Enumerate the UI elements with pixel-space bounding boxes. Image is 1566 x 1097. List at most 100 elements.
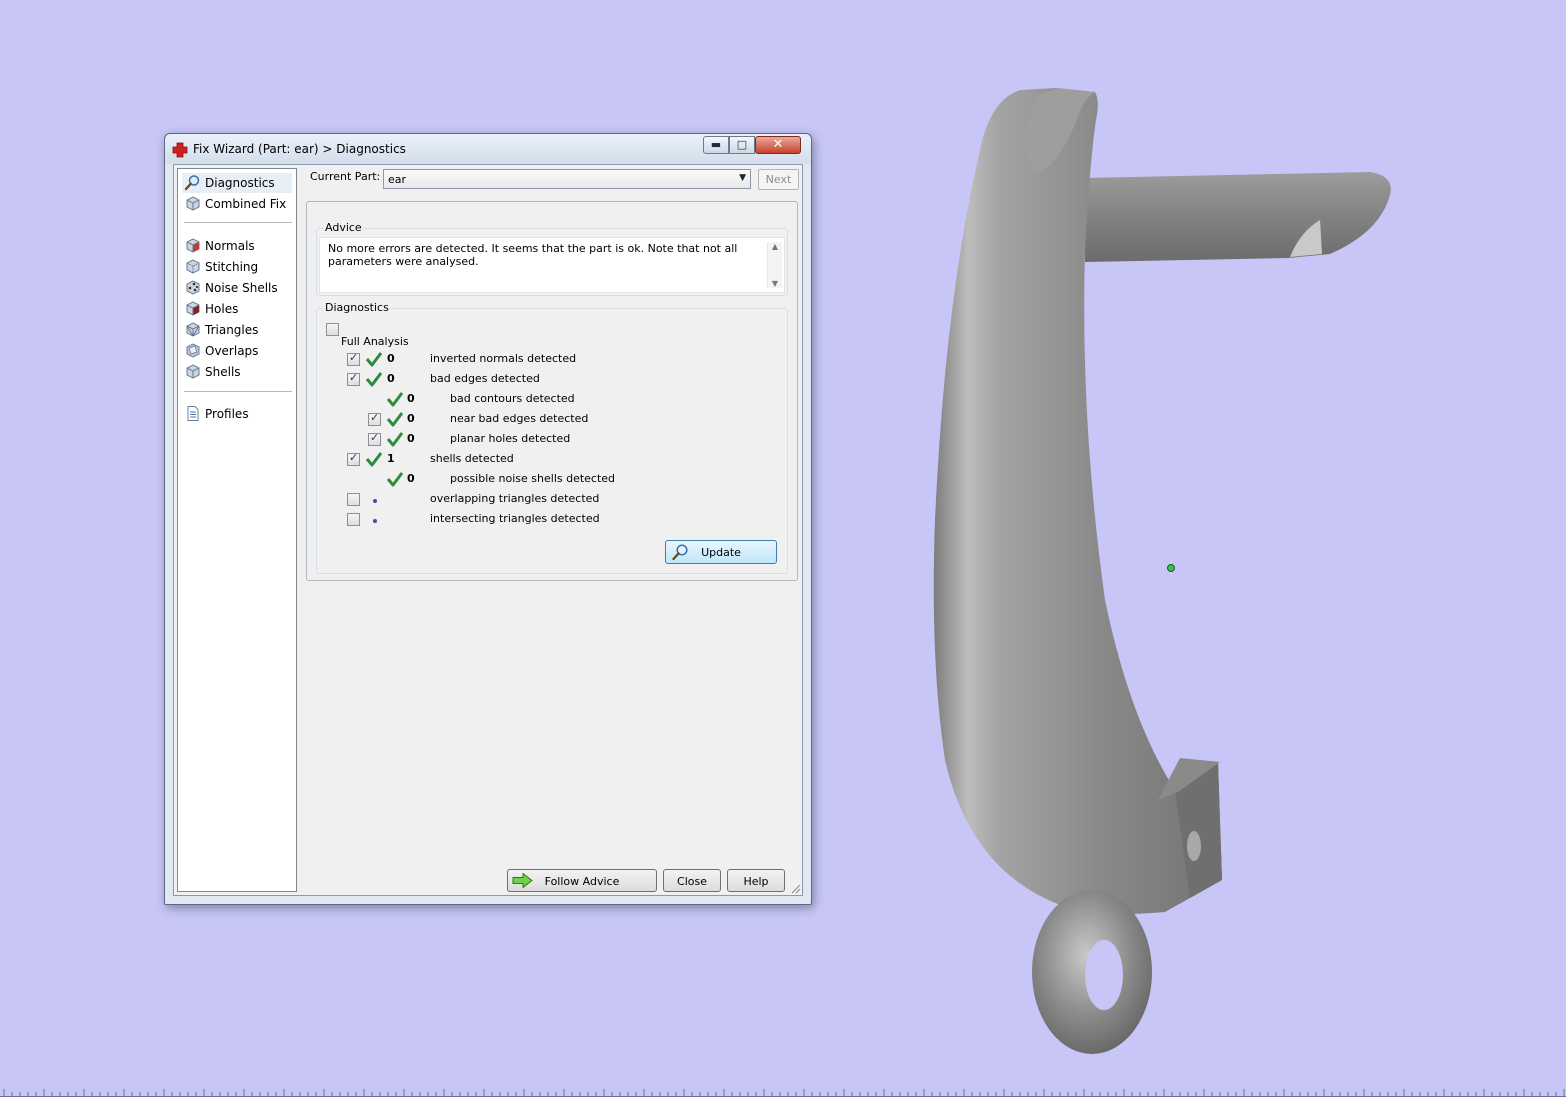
scroll-up-icon[interactable]: ▲ [768, 242, 782, 251]
green-check-icon [386, 392, 404, 407]
triangles-cube-icon [186, 322, 200, 337]
ear-part-model [933, 88, 1391, 1054]
document-icon [187, 406, 199, 421]
update-button[interactable]: Update [665, 540, 777, 564]
checkmark-icon: ✓ [349, 451, 359, 464]
title-bar[interactable]: Fix Wizard (Part: ear) > Diagnostics ▬ □… [165, 134, 811, 164]
diag-checkbox-shells[interactable]: ✓ [347, 451, 360, 466]
maximize-button[interactable]: □ [729, 136, 755, 154]
dialog-title: Fix Wizard (Part: ear) > Diagnostics [193, 142, 406, 156]
nav-item-stitching[interactable]: Stitching [182, 257, 292, 277]
nav-item-combined-fix[interactable]: Combined Fix [182, 194, 292, 214]
update-label: Update [701, 546, 741, 559]
nav-item-overlaps[interactable]: Overlaps [182, 341, 292, 361]
follow-advice-button[interactable]: Follow Advice [507, 869, 657, 892]
overlaps-cube-icon [186, 343, 200, 358]
nav-label: Triangles [205, 323, 259, 337]
diag-count: 0 [387, 352, 395, 365]
current-part-value: ear [388, 173, 407, 186]
diag-label: bad edges detected [430, 372, 540, 385]
diag-checkbox-near-bad-edges[interactable]: ✓ [368, 411, 381, 426]
close-window-button[interactable]: ✕ [755, 136, 801, 154]
green-check-icon [386, 412, 404, 427]
fix-wizard-dialog: Fix Wizard (Part: ear) > Diagnostics ▬ □… [164, 133, 812, 905]
nav-label: Combined Fix [205, 197, 287, 211]
diag-label: overlapping triangles detected [430, 492, 600, 505]
bottom-ruler [0, 1089, 1566, 1097]
diag-count: 0 [407, 432, 415, 445]
diag-checkbox-inverted-normals[interactable]: ✓ [347, 351, 360, 366]
checkmark-icon: ✓ [370, 411, 380, 424]
holes-cube-icon [186, 301, 200, 316]
diag-label: inverted normals detected [430, 352, 577, 365]
nav-item-diagnostics[interactable]: Diagnostics [182, 173, 292, 193]
nav-item-normals[interactable]: Normals [182, 236, 292, 256]
nav-label: Holes [205, 302, 239, 316]
full-analysis-checkbox[interactable] [326, 323, 339, 336]
diagnostics-panel: Advice No more errors are detected. It s… [306, 201, 798, 581]
close-label: Close [677, 875, 707, 888]
green-check-icon [386, 432, 404, 447]
advice-scrollbar[interactable]: ▲ ▼ [767, 242, 782, 288]
advice-textbox[interactable]: No more errors are detected. It seems th… [319, 237, 785, 293]
maximize-icon: □ [736, 138, 748, 151]
diagnostics-title: Diagnostics [323, 301, 391, 314]
noise-shells-icon [186, 280, 200, 295]
current-part-label: Current Part: [310, 170, 381, 183]
checkmark-icon: ✓ [349, 371, 359, 384]
help-button[interactable]: Help [727, 869, 785, 892]
nav-label: Shells [205, 365, 241, 379]
full-analysis-label: Full Analysis [341, 335, 409, 348]
follow-advice-label: Follow Advice [544, 875, 620, 888]
diag-label: intersecting triangles detected [430, 512, 600, 525]
diag-count: 0 [407, 472, 415, 485]
diagnostics-group: Diagnostics Full Analysis ✓ 0 inverted n… [316, 301, 788, 574]
pending-dot-icon [373, 519, 377, 523]
minimize-button[interactable]: ▬ [703, 136, 729, 154]
normals-cube-icon [186, 238, 200, 253]
diag-count: 0 [387, 372, 395, 385]
diag-checkbox-overlapping-triangles[interactable] [347, 493, 360, 506]
green-check-icon [365, 352, 383, 367]
checkmark-icon: ✓ [370, 431, 380, 444]
diag-label: bad contours detected [450, 392, 575, 405]
diag-label: shells detected [430, 452, 514, 465]
nav-item-triangles[interactable]: Triangles [182, 320, 292, 340]
advice-title: Advice [323, 221, 364, 234]
pending-dot-icon [373, 499, 377, 503]
nav-label: Profiles [205, 407, 249, 421]
nav-item-holes[interactable]: Holes [182, 299, 292, 319]
nav-divider [184, 222, 292, 224]
current-part-dropdown[interactable]: ear ▼ [383, 169, 751, 189]
resize-grip-icon[interactable] [789, 882, 801, 894]
cube-icon [186, 196, 200, 211]
nav-divider [184, 391, 292, 393]
diag-label: possible noise shells detected [450, 472, 616, 485]
chevron-down-icon: ▼ [739, 173, 746, 183]
diag-count: 0 [407, 412, 415, 425]
diag-label: planar holes detected [450, 432, 571, 445]
nav-item-noise-shells[interactable]: Noise Shells [182, 278, 292, 298]
nav-label: Diagnostics [205, 176, 275, 190]
nav-item-shells[interactable]: Shells [182, 362, 292, 382]
green-check-icon [365, 452, 383, 467]
dialog-client-area: Diagnostics Combined Fix Normals Stitchi… [173, 164, 803, 896]
diag-count: 0 [407, 392, 415, 405]
diag-checkbox-planar-holes[interactable]: ✓ [368, 431, 381, 446]
green-check-icon [386, 472, 404, 487]
diag-label: near bad edges detected [450, 412, 589, 425]
nav-label: Stitching [205, 260, 259, 274]
close-icon: ✕ [772, 137, 784, 152]
magnifier-icon [184, 175, 200, 191]
stitching-cube-icon [186, 259, 200, 274]
help-label: Help [743, 875, 769, 888]
next-button[interactable]: Next [758, 169, 799, 190]
close-button[interactable]: Close [663, 869, 721, 892]
red-cross-icon [172, 142, 188, 158]
diag-checkbox-intersecting-triangles[interactable] [347, 513, 360, 526]
scroll-down-icon[interactable]: ▼ [768, 279, 782, 288]
diag-checkbox-bad-edges[interactable]: ✓ [347, 371, 360, 386]
nav-label: Noise Shells [205, 281, 278, 295]
nav-label: Normals [205, 239, 255, 253]
nav-item-profiles[interactable]: Profiles [182, 404, 292, 424]
